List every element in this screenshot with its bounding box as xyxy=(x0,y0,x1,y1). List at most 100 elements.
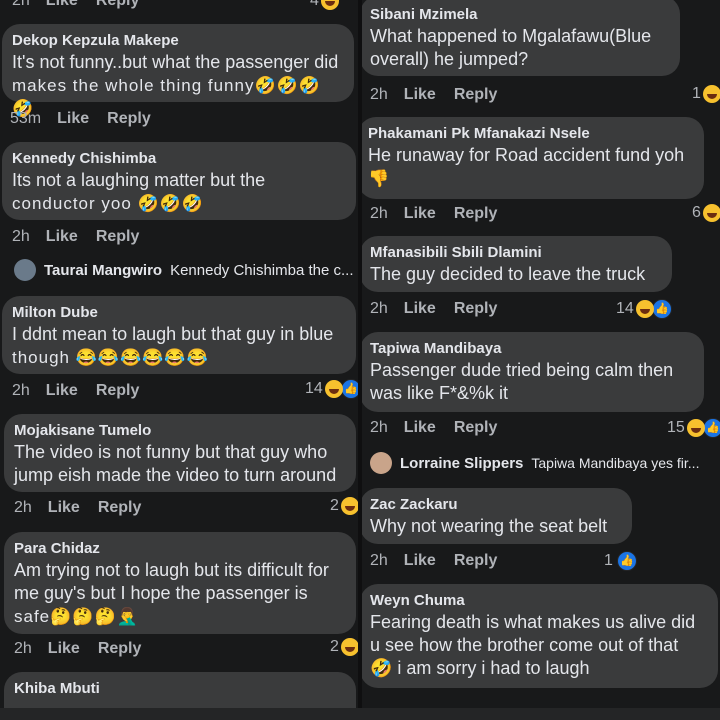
comment-text: Passenger dude tried being calm then xyxy=(370,360,674,380)
haha-reaction-icon xyxy=(702,85,720,103)
reaction-count[interactable]: 15 👍 xyxy=(667,418,720,438)
commenter-name[interactable]: Khiba Mbuti xyxy=(14,679,344,699)
comment-text: overall) he jumped? xyxy=(370,49,529,69)
commenter-name[interactable]: Kennedy Chishimba xyxy=(12,149,344,169)
like-reaction-icon: 👍 xyxy=(702,418,720,438)
haha-reaction-icon xyxy=(340,497,358,515)
reply-button[interactable]: Reply xyxy=(107,110,151,128)
reaction-count[interactable]: 6 xyxy=(692,204,720,222)
comment-actions: 2h Like Reply xyxy=(12,0,157,10)
comment-text: 👎 xyxy=(368,169,391,188)
comment-text: The video is not funny but that guy who xyxy=(14,442,328,462)
like-button[interactable]: Like xyxy=(404,552,436,570)
comment-actions: 2h Like Reply xyxy=(370,419,498,437)
reply-button[interactable]: Reply xyxy=(96,228,140,246)
reply-button[interactable]: Reply xyxy=(454,419,498,437)
commenter-name[interactable]: Dekop Kepzula Makepe xyxy=(12,31,342,51)
comment-actions: 2h Like Reply xyxy=(370,552,498,570)
reaction-count[interactable]: 4 xyxy=(310,0,339,10)
comment-bubble: Tapiwa Mandibaya Passenger dude tried be… xyxy=(362,332,704,412)
right-comments-column: Sibani Mzimela What happened to Mgalafaw… xyxy=(362,0,720,720)
commenter-name[interactable]: Para Chidaz xyxy=(14,539,344,559)
like-reaction-icon: 👍 xyxy=(340,379,358,399)
reaction-count[interactable]: 1 xyxy=(692,85,720,103)
reply-button[interactable]: Reply xyxy=(96,382,140,400)
haha-reaction-icon xyxy=(635,300,654,318)
reply-button[interactable]: Reply xyxy=(454,205,498,223)
reply-preview[interactable]: Lorraine Slippers Tapiwa Mandibaya yes f… xyxy=(370,452,699,474)
reaction-count[interactable]: 2 xyxy=(330,497,358,515)
reaction-count[interactable]: 2 xyxy=(330,638,358,656)
reaction-count[interactable]: 14 👍 xyxy=(305,379,358,399)
commenter-name[interactable]: Mojakisane Tumelo xyxy=(14,421,344,441)
like-button[interactable]: Like xyxy=(404,419,436,437)
comment-text: Why not wearing the seat belt xyxy=(370,516,608,536)
comment-bubble: Phakamani Pk Mfanakazi Nsele He runaway … xyxy=(362,117,704,199)
like-button[interactable]: Like xyxy=(57,110,89,128)
comment-actions: 2h Like Reply xyxy=(14,499,142,517)
like-button[interactable]: Like xyxy=(46,382,78,400)
reply-author[interactable]: Taurai Mangwiro xyxy=(44,262,162,279)
commenter-name[interactable]: Mfanasibili Sbili Dlamini xyxy=(370,243,660,263)
comment-bubble: Para Chidaz Am trying not to laugh but i… xyxy=(4,532,356,634)
comment-text: conductor yoo 🤣🤣🤣 xyxy=(12,194,205,213)
comment-text: Its not a laughing matter but the xyxy=(12,170,266,190)
like-reaction-icon: 👍 xyxy=(651,299,672,319)
avatar xyxy=(14,259,36,281)
comment-text: me guy's but I hope the passenger is xyxy=(14,583,308,603)
comment-text: though 😂😂😂😂😂😂 xyxy=(12,348,209,367)
reply-button[interactable]: Reply xyxy=(454,552,498,570)
like-button[interactable]: Like xyxy=(404,86,436,104)
comment-actions: 2h Like Reply xyxy=(370,300,498,318)
reply-snippet: Tapiwa Mandibaya yes fir... xyxy=(531,455,700,471)
haha-reaction-icon xyxy=(340,638,358,656)
commenter-name[interactable]: Tapiwa Mandibaya xyxy=(370,339,692,359)
reply-button[interactable]: Reply xyxy=(454,86,498,104)
reply-author[interactable]: Lorraine Slippers xyxy=(400,455,523,472)
comment-text: He runaway for Road accident fund yoh xyxy=(368,145,685,165)
comment-text: 🤣 i am sorry i had to laugh xyxy=(370,658,590,678)
haha-reaction-icon xyxy=(324,380,343,398)
comment-bubble: Kennedy Chishimba Its not a laughing mat… xyxy=(2,142,356,220)
reply-button[interactable]: Reply xyxy=(454,300,498,318)
left-comments-column: 2h Like Reply 4 Dekop Kepzula Makepe It's … xyxy=(0,0,358,720)
reply-button[interactable]: Reply xyxy=(96,0,140,10)
reaction-count[interactable]: 14 👍 xyxy=(616,299,672,319)
comment-bubble: Mfanasibili Sbili Dlamini The guy decide… xyxy=(362,236,672,292)
like-button[interactable]: Like xyxy=(404,300,436,318)
haha-reaction-icon xyxy=(702,204,720,222)
comment-actions: 2h Like Reply xyxy=(12,382,140,400)
like-button[interactable]: Like xyxy=(404,205,436,223)
like-button[interactable]: Like xyxy=(48,499,80,517)
comment-bubble: Milton Dube I ddnt mean to laugh but tha… xyxy=(2,296,356,374)
like-button[interactable]: Like xyxy=(46,228,78,246)
comment-composer-bar[interactable] xyxy=(0,708,720,720)
reply-snippet: Kennedy Chishimba the c... xyxy=(170,261,354,279)
commenter-name[interactable]: Phakamani Pk Mfanakazi Nsele xyxy=(368,124,692,144)
comment-text: jump eish made the video to turn around xyxy=(14,465,337,485)
reply-button[interactable]: Reply xyxy=(98,499,142,517)
comment-bubble: Mojakisane Tumelo The video is not funny… xyxy=(4,414,356,492)
comment-bubble: Dekop Kepzula Makepe It's not funny..but… xyxy=(2,24,354,118)
comment-text: safe🤔🤔🤔🤦‍♂️ xyxy=(14,607,139,626)
comment-bubble: Zac Zackaru Why not wearing the seat bel… xyxy=(362,488,632,544)
reply-button[interactable]: Reply xyxy=(98,640,142,658)
comment-actions: 2h Like Reply xyxy=(14,640,142,658)
comment-bubble: Weyn Chuma Fearing death is what makes u… xyxy=(362,584,718,688)
like-button[interactable]: Like xyxy=(46,0,78,10)
commenter-name[interactable]: Weyn Chuma xyxy=(370,591,706,611)
avatar xyxy=(370,452,392,474)
comment-text: Fearing death is what makes us alive did xyxy=(370,612,696,632)
comment-actions: 53m Like Reply xyxy=(10,110,151,128)
commenter-name[interactable]: Milton Dube xyxy=(12,303,344,323)
reply-preview[interactable]: Taurai Mangwiro Kennedy Chishimba the c.… xyxy=(14,259,354,281)
comment-text: Am trying not to laugh but its difficult… xyxy=(14,560,329,580)
commenter-name[interactable]: Sibani Mzimela xyxy=(370,5,668,25)
like-button[interactable]: Like xyxy=(48,640,80,658)
comment-actions: 2h Like Reply xyxy=(12,228,140,246)
comment-text: What happened to Mgalafawu(Blue xyxy=(370,26,652,46)
comment-text: was like F*&%k it xyxy=(370,383,509,403)
commenter-name[interactable]: Zac Zackaru xyxy=(370,495,620,515)
reaction-count[interactable]: 1 👍 xyxy=(604,551,637,571)
haha-reaction-icon xyxy=(320,0,339,10)
